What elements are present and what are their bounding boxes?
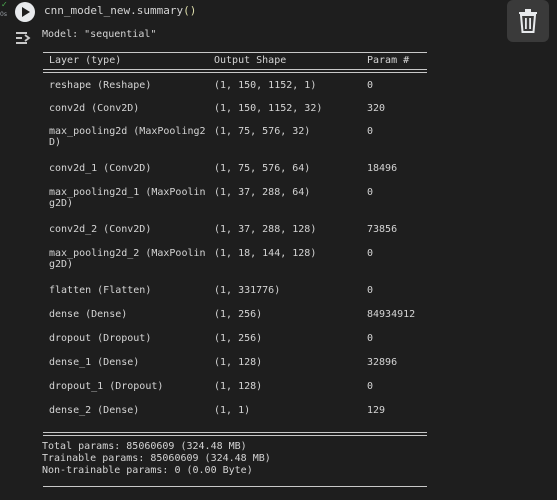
row-param: 0	[367, 126, 374, 137]
non-trainable-params: Non-trainable params: 0 (0.00 Byte)	[42, 465, 253, 476]
row-layer: dense (Dense)	[49, 309, 128, 320]
header-rule	[43, 69, 427, 73]
output-toggle[interactable]	[16, 30, 32, 44]
trainable-params: Trainable params: 85060609 (324.48 MB)	[42, 453, 271, 464]
summary-bottom-rule	[43, 486, 427, 487]
row-output-shape: (1, 18, 144, 128)	[214, 248, 317, 259]
row-param: 18496	[367, 163, 398, 174]
row-output-shape: (1, 1)	[214, 405, 251, 416]
row-layer: dropout_1 (Dropout)	[49, 381, 164, 392]
execution-status: ✓ 0s	[0, 0, 10, 24]
output-toggle-icon	[16, 32, 31, 44]
row-output-shape: (1, 37, 288, 64)	[214, 187, 311, 198]
row-param: 0	[367, 381, 374, 392]
row-param: 0	[367, 285, 374, 296]
row-output-shape: (1, 331776)	[214, 285, 281, 296]
delete-cell-button[interactable]	[507, 0, 549, 42]
row-output-shape: (1, 256)	[214, 333, 263, 344]
row-output-shape: (1, 150, 1152, 32)	[214, 103, 323, 114]
row-output-shape: (1, 256)	[214, 309, 263, 320]
table-bottom-rule	[43, 432, 427, 436]
row-layer: dropout (Dropout)	[49, 333, 152, 344]
model-label: Model: "sequential"	[42, 29, 157, 40]
run-cell-button[interactable]	[15, 2, 35, 22]
code-text: cnn_model_new.summary	[44, 4, 184, 17]
row-param: 73856	[367, 224, 398, 235]
row-output-shape: (1, 75, 576, 64)	[214, 163, 311, 174]
row-layer: max_pooling2d_1 (MaxPoolin g2D)	[49, 187, 206, 209]
check-icon: ✓	[1, 0, 8, 9]
notebook-page: ✓ 0s cnn_model_new.summary() Model: "seq…	[0, 0, 557, 500]
code-line[interactable]: cnn_model_new.summary()	[44, 4, 196, 18]
header-layer: Layer (type)	[49, 55, 122, 66]
row-output-shape: (1, 128)	[214, 381, 263, 392]
row-layer: conv2d_2 (Conv2D)	[49, 224, 152, 235]
row-layer: dense_1 (Dense)	[49, 357, 140, 368]
row-output-shape: (1, 75, 576, 32)	[214, 126, 311, 137]
row-param: 32896	[367, 357, 398, 368]
row-param: 0	[367, 248, 374, 259]
row-param: 129	[367, 405, 386, 416]
row-layer: flatten (Flatten)	[49, 285, 152, 296]
row-output-shape: (1, 150, 1152, 1)	[214, 80, 317, 91]
row-param: 0	[367, 80, 374, 91]
row-param: 84934912	[367, 309, 416, 320]
row-layer: dense_2 (Dense)	[49, 405, 140, 416]
trash-icon	[519, 9, 537, 33]
execution-time: 0s	[0, 11, 7, 18]
row-output-shape: (1, 128)	[214, 357, 263, 368]
code-parens: ()	[183, 4, 197, 17]
row-param: 0	[367, 333, 374, 344]
table-top-rule	[43, 52, 427, 53]
header-param: Param #	[367, 55, 410, 66]
code-cell: ✓ 0s cnn_model_new.summary()	[0, 0, 557, 24]
row-layer: conv2d_1 (Conv2D)	[49, 163, 152, 174]
row-param: 0	[367, 187, 374, 198]
row-layer: max_pooling2d (MaxPooling2 D)	[49, 126, 206, 148]
row-output-shape: (1, 37, 288, 128)	[214, 224, 317, 235]
row-layer: reshape (Reshape)	[49, 80, 152, 91]
header-output-shape: Output Shape	[214, 55, 287, 66]
row-layer: conv2d (Conv2D)	[49, 103, 140, 114]
row-layer: max_pooling2d_2 (MaxPoolin g2D)	[49, 248, 206, 270]
play-icon	[22, 7, 30, 17]
row-param: 320	[367, 103, 386, 114]
total-params: Total params: 85060609 (324.48 MB)	[42, 441, 247, 452]
